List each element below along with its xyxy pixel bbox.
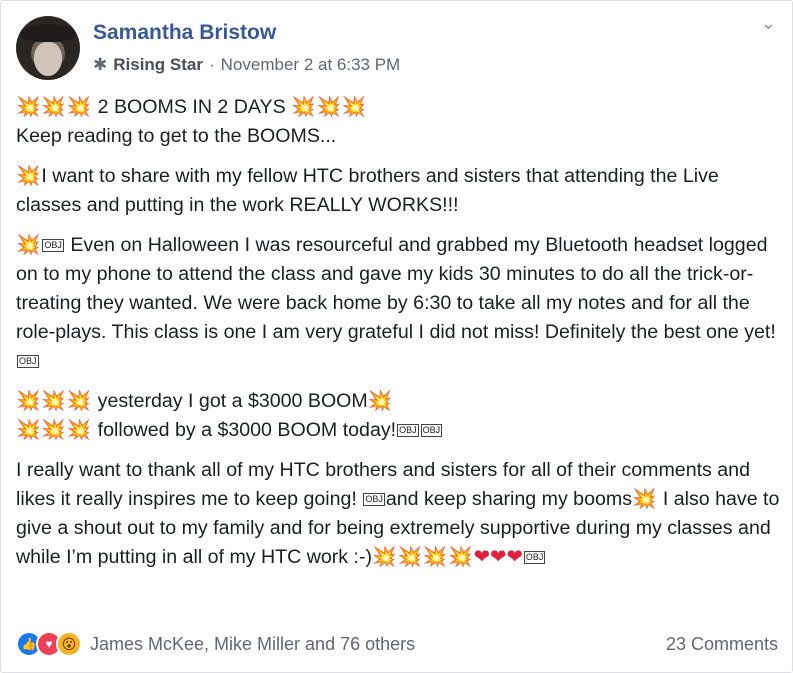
boom-line-1: yesterday I got a $3000 BOOM	[92, 390, 368, 412]
post-card: Samantha Bristow ✱ Rising Star · Novembe…	[0, 0, 793, 673]
boom-emoji: 💥	[632, 488, 658, 510]
heart-emoji: ❤❤❤	[473, 546, 523, 568]
obj-placeholder: OBJ	[397, 424, 419, 438]
obj-placeholder: OBJ	[523, 551, 546, 565]
comments-count[interactable]: 23 Comments	[666, 634, 778, 655]
star-badge-icon: ✱	[93, 55, 108, 74]
avatar[interactable]	[16, 16, 80, 80]
author-name[interactable]: Samantha Bristow	[93, 21, 276, 45]
paragraph-3: 💥 OBJ Even on Halloween I was resourceful…	[16, 231, 781, 376]
post-footer: 👍 ♥ 😮 James McKee, Mike Miller and 76 ot…	[16, 629, 778, 659]
boom-emoji: 💥	[16, 234, 42, 256]
obj-placeholder: OBJ	[420, 424, 443, 438]
reactions-summary[interactable]: 👍 ♥ 😮 James McKee, Mike Miller and 76 ot…	[16, 631, 415, 657]
paragraph-text: Even on Halloween I was resourceful and …	[16, 234, 776, 343]
paragraph-text: and keep sharing my booms	[385, 488, 632, 510]
paragraph-4: 💥💥💥 yesterday I got a $3000 BOOM💥 💥💥💥 fo…	[16, 387, 781, 445]
boom-emoji: 💥	[16, 165, 42, 187]
separator-dot: ·	[209, 55, 215, 74]
paragraph-5: I really want to thank all of my HTC bro…	[16, 456, 781, 572]
paragraph-2: 💥I want to share with my fellow HTC brot…	[16, 162, 781, 220]
boom-emoji: 💥💥💥	[16, 96, 93, 118]
title-text: 2 BOOMS IN 2 DAYS	[92, 96, 292, 118]
badge-label[interactable]: Rising Star	[113, 55, 203, 75]
chevron-down-icon[interactable]: ⌄	[761, 13, 776, 34]
reaction-names[interactable]: James McKee, Mike Miller and 76 others	[90, 634, 415, 655]
subtitle-text: Keep reading to get to the BOOMS...	[16, 125, 337, 147]
boom-emoji: 💥💥💥💥	[372, 546, 474, 568]
post-body: 💥💥💥 2 BOOMS IN 2 DAYS 💥💥💥 Keep reading t…	[16, 93, 781, 583]
paragraph-text: I want to share with my fellow HTC broth…	[16, 165, 719, 216]
boom-emoji: 💥	[367, 390, 394, 412]
obj-placeholder: OBJ	[17, 355, 39, 369]
boom-emoji: 💥💥💥	[16, 419, 93, 441]
obj-placeholder: OBJ	[42, 239, 64, 253]
post-meta: ✱ Rising Star · November 2 at 6:33 PM	[93, 55, 400, 75]
timestamp[interactable]: November 2 at 6:33 PM	[221, 55, 401, 75]
wow-reaction-icon: 😮	[56, 631, 82, 657]
boom-emoji: 💥💥💥	[291, 96, 368, 118]
paragraph-1: 💥💥💥 2 BOOMS IN 2 DAYS 💥💥💥 Keep reading t…	[16, 93, 781, 151]
obj-placeholder: OBJ	[363, 493, 385, 507]
boom-emoji: 💥💥💥	[16, 390, 93, 412]
boom-line-2: followed by a $3000 BOOM today!	[92, 419, 397, 441]
